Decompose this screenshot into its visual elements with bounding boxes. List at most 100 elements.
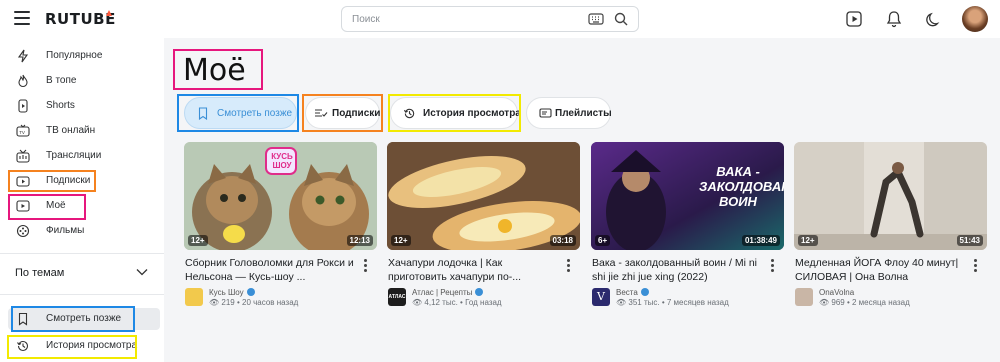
vaka-thumbnail-title: ВАКА - ЗАКОЛДОВАННЫЙ ВОИН xyxy=(699,164,784,209)
dark-mode-moon-icon[interactable] xyxy=(923,8,945,30)
sidebar-item-label: В топе xyxy=(46,75,77,86)
tab-subscriptions[interactable]: Подписки xyxy=(305,97,380,129)
verified-icon xyxy=(640,288,649,296)
sidebar-item-shorts[interactable]: Shorts xyxy=(8,95,160,117)
channel-name[interactable]: Веста xyxy=(616,288,649,297)
video-title[interactable]: Медленная ЙОГА Флоу 40 минут| СИЛОВАЯ | … xyxy=(795,256,967,284)
logo-mark-icon xyxy=(106,10,112,16)
khachapuri-thumbnail-image xyxy=(387,142,580,250)
sidebar-divider xyxy=(0,294,164,295)
sidebar-item-subscriptions[interactable]: Подписки xyxy=(8,170,160,192)
search-input[interactable] xyxy=(352,11,572,27)
video-title[interactable]: Хачапури лодочка | Как приготовить хачап… xyxy=(388,256,560,284)
age-rating-badge: 12+ xyxy=(798,235,818,246)
sidebar-item-my[interactable]: Моё xyxy=(8,195,160,217)
more-options-icon[interactable] xyxy=(364,259,368,274)
history-icon xyxy=(403,108,415,119)
menu-icon[interactable] xyxy=(14,11,30,25)
sidebar-item-watch-later[interactable]: Смотреть позже xyxy=(8,308,160,330)
age-rating-badge: 6+ xyxy=(595,235,611,246)
channel-avatar[interactable] xyxy=(795,288,813,306)
sidebar-item-broadcasts[interactable]: Трансляции xyxy=(8,145,160,167)
channel-name[interactable]: Атлас | Рецепты xyxy=(412,288,484,297)
profile-icon xyxy=(16,200,30,212)
history-icon xyxy=(17,340,29,352)
more-options-icon[interactable] xyxy=(974,259,978,274)
channel-name[interactable]: Кусь Шоу xyxy=(209,288,255,297)
video-title[interactable]: Сборник Головоломки для Рокси и Нельсона… xyxy=(185,256,357,284)
search-box xyxy=(341,6,639,32)
subscriptions-icon xyxy=(16,176,30,187)
sidebar-item-top[interactable]: В топе xyxy=(8,70,160,92)
duration-badge: 01:38:49 xyxy=(741,235,780,246)
top-bar: RUTUBE xyxy=(0,0,1000,38)
video-thumbnail[interactable]: 12+ 03:18 xyxy=(387,142,580,250)
video-thumbnail[interactable]: 12+ 51:43 xyxy=(794,142,987,250)
keyboard-icon[interactable] xyxy=(588,13,604,25)
sidebar-item-films[interactable]: Фильмы xyxy=(8,220,160,242)
playlist-icon xyxy=(539,108,552,118)
channel-avatar[interactable]: V xyxy=(592,288,610,306)
sidebar: Популярное В топе Shorts TV ТВ онлайн Тр… xyxy=(0,38,164,362)
film-icon xyxy=(16,224,30,238)
video-card[interactable]: 12+ 03:18 Хачапури лодочка | Как пригото… xyxy=(387,142,580,342)
sidebar-item-popular[interactable]: Популярное xyxy=(8,45,160,67)
kus-show-logo: КУСЬ ШОУ xyxy=(271,152,293,170)
tab-playlists[interactable]: Плейлисты xyxy=(526,97,612,129)
tab-label: История просмотра xyxy=(423,108,521,119)
upload-video-icon[interactable] xyxy=(843,8,865,30)
tab-history[interactable]: История просмотра xyxy=(390,97,521,129)
sidebar-item-label: Подписки xyxy=(46,175,91,186)
channel-avatar[interactable]: АТЛАС xyxy=(388,288,406,306)
sidebar-item-label: Популярное xyxy=(46,50,103,61)
video-card[interactable]: ВАКА - ЗАКОЛДОВАННЫЙ ВОИН 6+ 01:38:49 Ва… xyxy=(591,142,784,342)
flame-icon xyxy=(18,74,28,88)
video-meta: 👁 351 тыс. • 7 месяцев назад xyxy=(616,298,729,307)
duration-badge: 12:13 xyxy=(346,235,373,246)
video-thumbnail[interactable]: КУСЬ ШОУ 12+ 12:13 xyxy=(184,142,377,250)
sidebar-item-label: ТВ онлайн xyxy=(46,125,96,136)
search-icon[interactable] xyxy=(614,12,628,26)
themes-section-title[interactable]: По темам xyxy=(15,267,64,279)
chevron-down-icon[interactable] xyxy=(136,268,148,276)
more-options-icon[interactable] xyxy=(771,259,775,274)
sidebar-item-history[interactable]: История просмотра xyxy=(8,335,160,357)
notifications-bell-icon[interactable] xyxy=(883,8,905,30)
video-meta: 👁 219 • 20 часов назад xyxy=(209,298,299,307)
shorts-icon xyxy=(18,99,28,113)
sidebar-item-label: Смотреть позже xyxy=(46,313,122,324)
tv-icon: TV xyxy=(16,124,30,137)
verified-icon xyxy=(246,288,255,296)
user-avatar[interactable] xyxy=(962,6,988,32)
svg-text:TV: TV xyxy=(19,130,25,135)
sidebar-item-label: Фильмы xyxy=(46,225,85,236)
sidebar-item-label: Трансляции xyxy=(46,150,102,161)
page-title: Моё xyxy=(183,53,246,88)
sidebar-item-tv-online[interactable]: TV ТВ онлайн xyxy=(8,120,160,142)
video-thumbnail[interactable]: ВАКА - ЗАКОЛДОВАННЫЙ ВОИН 6+ 01:38:49 xyxy=(591,142,784,250)
tab-watch-later[interactable]: Смотреть позже xyxy=(184,97,297,129)
sidebar-divider xyxy=(0,253,164,254)
lightning-icon xyxy=(17,49,29,63)
sidebar-item-label: Shorts xyxy=(46,100,75,111)
channel-avatar[interactable] xyxy=(185,288,203,306)
bookmark-icon xyxy=(18,312,28,326)
tab-label: Смотреть позже xyxy=(217,108,293,119)
tab-label: Плейлисты xyxy=(555,108,612,119)
channel-name[interactable]: OnaVolna xyxy=(819,288,854,297)
age-rating-badge: 12+ xyxy=(391,235,411,246)
duration-badge: 03:18 xyxy=(549,235,576,246)
video-card[interactable]: КУСЬ ШОУ 12+ 12:13 Сборник Головоломки д… xyxy=(184,142,377,342)
video-title[interactable]: Вака - заколдованный воин / Mi ni shi ji… xyxy=(592,256,764,284)
video-card[interactable]: 12+ 51:43 Медленная ЙОГА Флоу 40 минут| … xyxy=(794,142,987,342)
tab-label: Подписки xyxy=(332,108,381,119)
video-meta: 👁 969 • 2 месяца назад xyxy=(819,298,910,307)
duration-badge: 51:43 xyxy=(956,235,983,246)
yoga-thumbnail-image xyxy=(794,142,987,250)
more-options-icon[interactable] xyxy=(567,259,571,274)
sidebar-item-label: Моё xyxy=(46,200,66,211)
verified-icon xyxy=(475,288,484,296)
broadcast-icon xyxy=(16,149,30,163)
sidebar-item-label: История просмотра xyxy=(46,340,138,351)
age-rating-badge: 12+ xyxy=(188,235,208,246)
